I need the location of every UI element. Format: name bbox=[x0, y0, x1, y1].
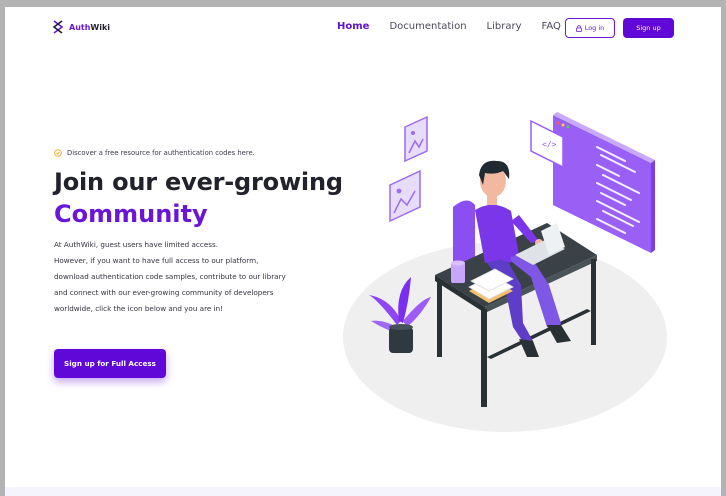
picture-frame-icon bbox=[404, 115, 428, 163]
hero-description-line: download authentication code samples, co… bbox=[54, 272, 286, 281]
brand-name: AuthWiki bbox=[69, 22, 111, 32]
hero-description-line: However, if you want to have full access… bbox=[54, 256, 259, 265]
hero-headline: Join our ever-growing bbox=[54, 168, 343, 196]
tagline-text: Discover a free resource for authenticat… bbox=[67, 149, 255, 157]
page: AuthWiki Home Documentation Library FAQ … bbox=[5, 7, 721, 496]
nav-link-home[interactable]: Home bbox=[337, 21, 369, 32]
hero-headline-accent: Community bbox=[54, 200, 208, 228]
nav-link-library[interactable]: Library bbox=[487, 21, 522, 32]
check-circle-icon bbox=[54, 149, 62, 157]
login-label: Log in bbox=[584, 24, 605, 32]
double-chevron-logo-icon bbox=[52, 20, 64, 34]
svg-text:</>: </> bbox=[542, 140, 557, 149]
hero-description-line: and connect with our ever-growing commun… bbox=[54, 288, 274, 297]
tagline: Discover a free resource for authenticat… bbox=[54, 149, 255, 157]
lock-icon bbox=[575, 24, 582, 32]
signup-full-access-button[interactable]: Sign up for Full Access bbox=[54, 349, 166, 378]
hero-description-line: worldwide, click the icon below and you … bbox=[54, 304, 224, 313]
footer-band bbox=[5, 487, 721, 496]
hero-description: At AuthWiki, guest users have limited ac… bbox=[54, 237, 334, 317]
picture-frame-icon bbox=[389, 169, 421, 223]
nav-links: Home Documentation Library FAQ bbox=[337, 21, 581, 32]
nav-link-faq[interactable]: FAQ bbox=[542, 21, 561, 32]
login-button[interactable]: Log in bbox=[565, 18, 615, 38]
brand-logo[interactable]: AuthWiki bbox=[52, 20, 110, 34]
hero-illustration: </> bbox=[343, 112, 667, 432]
hero-description-line: At AuthWiki, guest users have limited ac… bbox=[54, 240, 219, 249]
navbar: AuthWiki Home Documentation Library FAQ … bbox=[5, 7, 721, 51]
cup-icon bbox=[451, 260, 465, 283]
signup-button[interactable]: Sign up bbox=[623, 18, 674, 38]
nav-link-documentation[interactable]: Documentation bbox=[389, 21, 466, 32]
